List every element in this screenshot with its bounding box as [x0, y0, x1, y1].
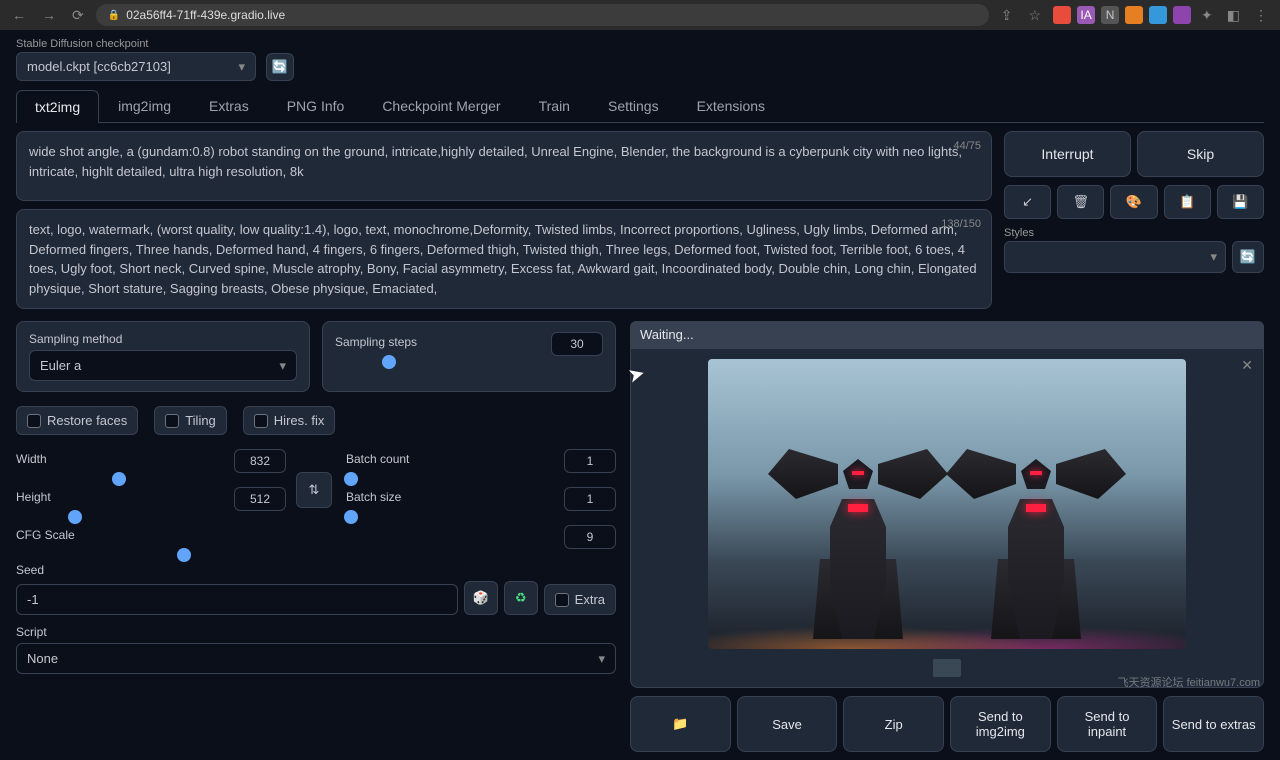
checkpoint-label: Stable Diffusion checkpoint [16, 38, 256, 50]
tab-txt2img[interactable]: txt2img [16, 90, 99, 123]
tab-extensions[interactable]: Extensions [678, 89, 784, 122]
extensions-icon[interactable]: ✦ [1197, 5, 1217, 26]
batch-count-value[interactable]: 1 [564, 449, 616, 473]
send-inpaint-button[interactable]: Send to inpaint [1057, 696, 1158, 752]
star-icon[interactable]: ☆ [1024, 5, 1045, 26]
sampling-steps-label: Sampling steps [335, 335, 417, 349]
ext-icon-3[interactable]: N [1101, 6, 1119, 24]
menu-icon[interactable]: ⋮ [1250, 5, 1272, 26]
negative-prompt-input[interactable]: 138/150 text, logo, watermark, (worst qu… [16, 209, 992, 309]
main-tabs: txt2img img2img Extras PNG Info Checkpoi… [16, 89, 1264, 123]
share-icon[interactable]: ⇪ [997, 5, 1017, 26]
generated-image[interactable] [708, 359, 1186, 649]
progress-status: Waiting... [630, 321, 1264, 348]
ext-icon-4[interactable] [1125, 6, 1143, 24]
zip-button[interactable]: Zip [843, 696, 944, 752]
extension-icons: IA N ✦ ◧ ⋮ [1053, 5, 1272, 26]
arrow-button[interactable]: ↙ [1004, 185, 1051, 219]
forward-icon[interactable]: → [38, 5, 60, 25]
sampling-steps-value[interactable]: 30 [551, 332, 603, 356]
output-gallery: ✕ [630, 348, 1264, 688]
styles-select[interactable] [1004, 241, 1226, 273]
url-text: 02a56ff4-71ff-439e.gradio.live [126, 8, 285, 22]
clipboard-button[interactable]: 📋 [1164, 185, 1211, 219]
send-extras-button[interactable]: Send to extras [1163, 696, 1264, 752]
restore-faces-checkbox[interactable]: Restore faces [16, 406, 138, 435]
swap-dimensions-button[interactable]: ⇅ [296, 472, 332, 508]
styles-refresh-button[interactable]: 🔄 [1232, 241, 1264, 273]
batch-count-label: Batch count [346, 452, 409, 466]
back-icon[interactable]: ← [8, 5, 30, 25]
seed-random-button[interactable]: 🎲 [464, 581, 498, 615]
width-label: Width [16, 452, 47, 466]
tab-extras[interactable]: Extras [190, 89, 268, 122]
tab-pnginfo[interactable]: PNG Info [268, 89, 364, 122]
sampling-method-select[interactable]: Euler a [29, 350, 297, 381]
send-img2img-button[interactable]: Send to img2img [950, 696, 1051, 752]
open-folder-button[interactable]: 📁 [630, 696, 731, 752]
cfg-label: CFG Scale [16, 528, 75, 542]
neg-prompt-token-count: 138/150 [941, 216, 981, 233]
ext-icon-6[interactable] [1173, 6, 1191, 24]
checkpoint-refresh-button[interactable]: 🔄 [266, 53, 294, 81]
clear-button[interactable]: 🗑 [1057, 185, 1104, 219]
watermark-text: 飞天资源论坛 feitianwu7.com [1118, 674, 1260, 690]
tiling-checkbox[interactable]: Tiling [154, 406, 227, 435]
style-button[interactable]: 🎨 [1110, 185, 1157, 219]
ext-icon-2[interactable]: IA [1077, 6, 1095, 24]
interrupt-button[interactable]: Interrupt [1004, 131, 1131, 177]
sidepanel-icon[interactable]: ◧ [1223, 5, 1244, 26]
height-value[interactable]: 512 [234, 487, 286, 511]
script-select[interactable]: None [16, 643, 616, 674]
seed-input[interactable]: -1 [16, 584, 458, 615]
styles-label: Styles [1004, 227, 1226, 239]
tab-settings[interactable]: Settings [589, 89, 678, 122]
ext-icon-5[interactable] [1149, 6, 1167, 24]
prompt-token-count: 44/75 [953, 138, 981, 155]
width-value[interactable]: 832 [234, 449, 286, 473]
thumbnail[interactable] [933, 659, 961, 677]
seed-label: Seed [16, 563, 616, 577]
ext-icon-1[interactable] [1053, 6, 1071, 24]
script-label: Script [16, 625, 616, 639]
save-style-button[interactable]: 💾 [1217, 185, 1264, 219]
checkpoint-select[interactable]: model.ckpt [cc6cb27103] [16, 52, 256, 81]
sampling-method-label: Sampling method [29, 332, 297, 346]
seed-reuse-button[interactable]: ♻ [504, 581, 538, 615]
batch-size-label: Batch size [346, 490, 401, 504]
save-button[interactable]: Save [737, 696, 838, 752]
tab-img2img[interactable]: img2img [99, 89, 190, 122]
prompt-input[interactable]: 44/75 wide shot angle, a (gundam:0.8) ro… [16, 131, 992, 201]
height-label: Height [16, 490, 51, 504]
skip-button[interactable]: Skip [1137, 131, 1264, 177]
browser-bar: ← → ⟳ 🔒 02a56ff4-71ff-439e.gradio.live ⇪… [0, 0, 1280, 30]
tab-train[interactable]: Train [520, 89, 589, 122]
reload-icon[interactable]: ⟳ [68, 5, 88, 26]
batch-size-value[interactable]: 1 [564, 487, 616, 511]
close-icon[interactable]: ✕ [1241, 357, 1253, 374]
url-bar[interactable]: 🔒 02a56ff4-71ff-439e.gradio.live [96, 4, 989, 26]
lock-icon: 🔒 [108, 10, 120, 21]
cfg-value[interactable]: 9 [564, 525, 616, 549]
hiresfix-checkbox[interactable]: Hires. fix [243, 406, 336, 435]
thumbnail-strip [933, 659, 961, 677]
seed-extra-checkbox[interactable]: Extra [544, 584, 616, 615]
tab-checkpoint-merger[interactable]: Checkpoint Merger [363, 89, 519, 122]
